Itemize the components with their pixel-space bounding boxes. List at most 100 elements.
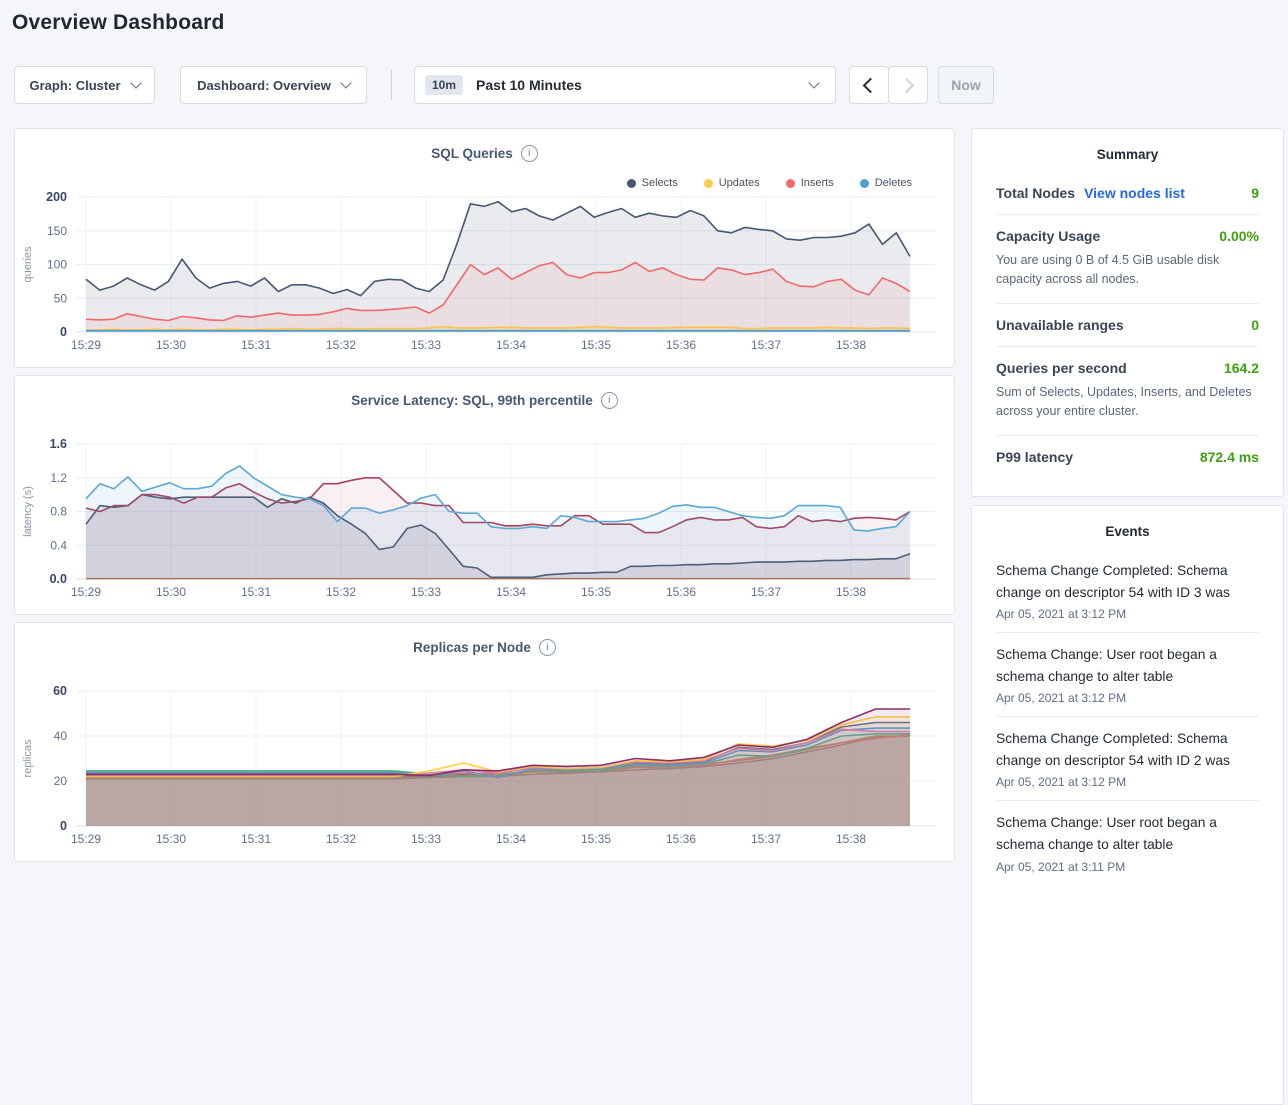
x-tick-label: 15:35 [581,338,611,352]
events-title: Events [996,524,1259,539]
prev-timewindow-button[interactable] [849,66,889,104]
event-item: Schema Change Completed: Schema change o… [996,716,1259,800]
y-axis-label: replicas [22,739,34,777]
event-text: Schema Change Completed: Schema change o… [996,560,1259,604]
qps-label: Queries per second [996,360,1127,376]
x-tick-label: 15:32 [326,585,356,599]
dashboard-dropdown[interactable]: Dashboard: Overview [180,66,367,104]
y-axis-label: latency (s) [22,486,34,537]
x-tick-label: 15:36 [666,585,696,599]
unavailable-ranges-label: Unavailable ranges [996,317,1124,333]
p99-latency-label: P99 latency [996,449,1073,465]
unavailable-ranges-value: 0 [1251,317,1259,333]
qps-value: 164.2 [1224,360,1259,376]
total-nodes-label: Total Nodes [996,185,1075,201]
x-tick-label: 15:36 [666,832,696,846]
y-tick-label: 0.4 [50,538,67,552]
x-tick-label: 15:37 [751,585,781,599]
now-button[interactable]: Now [938,66,994,104]
y-tick-label: 150 [47,224,67,238]
y-tick-label: 0.0 [50,572,67,586]
event-text: Schema Change Completed: Schema change o… [996,728,1259,772]
x-tick-label: 15:33 [411,338,441,352]
y-tick-label: 0 [60,325,67,339]
capacity-usage-label: Capacity Usage [996,228,1100,244]
toolbar-divider [391,70,392,100]
y-tick-label: 1.2 [50,471,67,485]
summary-title: Summary [996,147,1259,162]
x-tick-label: 15:32 [326,338,356,352]
y-tick-label: 100 [47,258,67,272]
service-latency-chart[interactable]: 0.00.40.81.21.615:2915:3015:3115:3215:33… [15,376,954,612]
x-tick-label: 15:29 [71,338,101,352]
capacity-usage-desc: You are using 0 B of 4.5 GiB usable disk… [996,251,1259,290]
x-tick-label: 15:31 [241,338,271,352]
event-text: Schema Change: User root began a schema … [996,644,1259,688]
y-tick-label: 60 [53,684,67,698]
x-tick-label: 15:34 [496,338,526,352]
summary-row-qps: Queries per second 164.2 Sum of Selects,… [996,346,1259,435]
event-time: Apr 05, 2021 at 3:12 PM [996,775,1259,789]
total-nodes-value: 9 [1251,185,1259,201]
x-tick-label: 15:37 [751,338,781,352]
chart-card-sql-queries: SQL Queries SelectsUpdatesInsertsDeletes… [14,128,955,368]
view-nodes-link[interactable]: View nodes list [1084,185,1185,201]
graph-dropdown-label: Graph: Cluster [29,78,120,93]
x-tick-label: 15:37 [751,832,781,846]
x-tick-label: 15:35 [581,832,611,846]
x-tick-label: 15:38 [836,832,866,846]
chevron-left-icon [863,77,879,93]
summary-row-p99-latency: P99 latency 872.4 ms [996,435,1259,478]
y-tick-label: 1.6 [50,437,67,451]
chart-card-service-latency: Service Latency: SQL, 99th percentile 0.… [14,375,955,615]
dashboard-dropdown-label: Dashboard: Overview [197,78,331,93]
x-tick-label: 15:31 [241,832,271,846]
y-tick-label: 0.8 [50,505,67,519]
y-tick-label: 20 [54,774,68,788]
y-tick-label: 50 [54,291,68,305]
summary-row-total-nodes: Total Nodes View nodes list 9 [996,172,1259,214]
x-tick-label: 15:32 [326,832,356,846]
chevron-down-icon [808,77,819,88]
page-title: Overview Dashboard [12,11,225,35]
now-button-label: Now [951,77,981,93]
chevron-right-icon [899,77,915,93]
event-time: Apr 05, 2021 at 3:12 PM [996,691,1259,705]
capacity-usage-value: 0.00% [1219,228,1259,244]
y-tick-label: 200 [46,190,67,204]
series-area [86,466,910,579]
series-area [86,709,910,826]
events-card: Events Schema Change Completed: Schema c… [971,505,1284,1105]
replicas-per-node-chart[interactable]: 020406015:2915:3015:3115:3215:3315:3415:… [15,623,954,859]
chevron-down-icon [340,77,351,88]
chevron-down-icon [130,77,141,88]
x-tick-label: 15:35 [581,585,611,599]
x-tick-label: 15:29 [71,585,101,599]
event-item: Schema Change: User root began a schema … [996,800,1259,884]
event-item: Schema Change: User root began a schema … [996,632,1259,716]
event-time: Apr 05, 2021 at 3:11 PM [996,860,1259,874]
sql-queries-chart[interactable]: 0 50 100 150 200 15:29 15:30 15:31 15:32 15:33 15:… [15,129,954,365]
event-time: Apr 05, 2021 at 3:12 PM [996,607,1259,621]
x-tick-label: 15:38 [836,338,866,352]
x-tick-label: 15:38 [836,585,866,599]
qps-desc: Sum of Selects, Updates, Inserts, and De… [996,383,1259,422]
y-tick-label: 40 [54,729,68,743]
time-range-picker[interactable]: 10m Past 10 Minutes [414,66,836,104]
x-tick-label: 15:33 [411,585,441,599]
y-tick-label: 0 [60,819,67,833]
x-tick-label: 15:30 [156,338,186,352]
event-text: Schema Change: User root began a schema … [996,812,1259,856]
summary-row-unavailable-ranges: Unavailable ranges 0 [996,303,1259,346]
y-axis-label: queries [22,246,34,283]
x-tick-label: 15:34 [496,585,526,599]
x-tick-label: 15:31 [241,585,271,599]
p99-latency-value: 872.4 ms [1200,449,1259,465]
chart-card-replicas-per-node: Replicas per Node 020406015:2915:3015:31… [14,622,955,862]
x-tick-label: 15:29 [71,832,101,846]
graph-dropdown[interactable]: Graph: Cluster [14,66,155,104]
x-tick-label: 15:36 [666,338,696,352]
next-timewindow-button[interactable] [888,66,928,104]
time-range-badge: 10m [425,75,463,95]
x-tick-label: 15:30 [156,832,186,846]
